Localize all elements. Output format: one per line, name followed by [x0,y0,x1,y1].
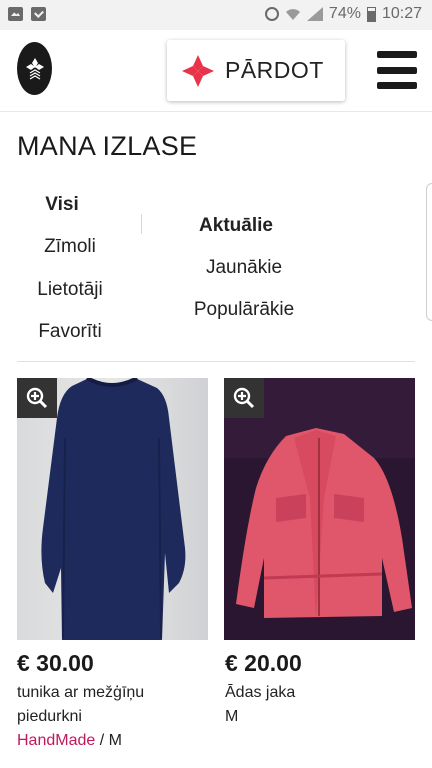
app-header: PĀRDOT [0,30,432,112]
product-price: € 30.00 [17,650,94,676]
product-price: € 20.00 [225,650,302,676]
filter-users[interactable]: Lietotāji [37,279,103,301]
signal-icon [306,7,323,21]
clock: 10:27 [381,5,422,22]
sell-button[interactable]: PĀRDOT [167,40,345,101]
product-title[interactable]: Ādas jaka [225,681,405,705]
product-title[interactable]: tunika ar mežģīņu piedurkni [17,681,197,729]
status-right-icons: 74% 10:27 [264,5,422,23]
product-image-jacket[interactable] [224,378,415,640]
product-size: M [225,708,239,725]
page-title: MANA IZLASE [17,131,198,161]
wifi-icon [285,7,301,21]
filter-favorites[interactable]: Favorīti [38,321,101,343]
filter-brands[interactable]: Zīmoli [44,236,96,258]
hamburger-icon[interactable] [377,51,417,89]
size-separator: / [95,732,109,749]
filter-divider [141,214,142,234]
sell-button-label: PĀRDOT [225,57,324,83]
logo[interactable] [17,42,52,95]
checklist-icon [31,7,46,21]
product-card[interactable] [17,378,208,640]
product-card[interactable] [224,378,415,640]
product-brand-link[interactable]: HandMade [17,732,95,749]
sort-newest[interactable]: Jaunākie [206,257,282,279]
battery-icon [366,6,376,22]
sort-popular[interactable]: Populārākie [194,299,294,321]
zoom-in-icon[interactable] [17,378,57,418]
image-icon [8,7,23,21]
product-image-dress[interactable] [17,378,208,640]
side-drawer-handle[interactable] [426,183,432,321]
status-left-icons [8,7,46,21]
filter-visi[interactable]: Visi [45,194,78,216]
logo-emblem-icon [25,57,44,80]
product-size: M [108,732,122,749]
divider [17,361,415,362]
alarm-icon [264,7,279,21]
zoom-in-icon[interactable] [224,378,264,418]
sort-current[interactable]: Aktuālie [199,215,273,237]
status-bar: 74% 10:27 [0,0,432,30]
battery-percent: 74% [328,5,361,22]
diamond-star-icon [182,54,214,87]
product-meta: HandMade / M [17,732,122,750]
